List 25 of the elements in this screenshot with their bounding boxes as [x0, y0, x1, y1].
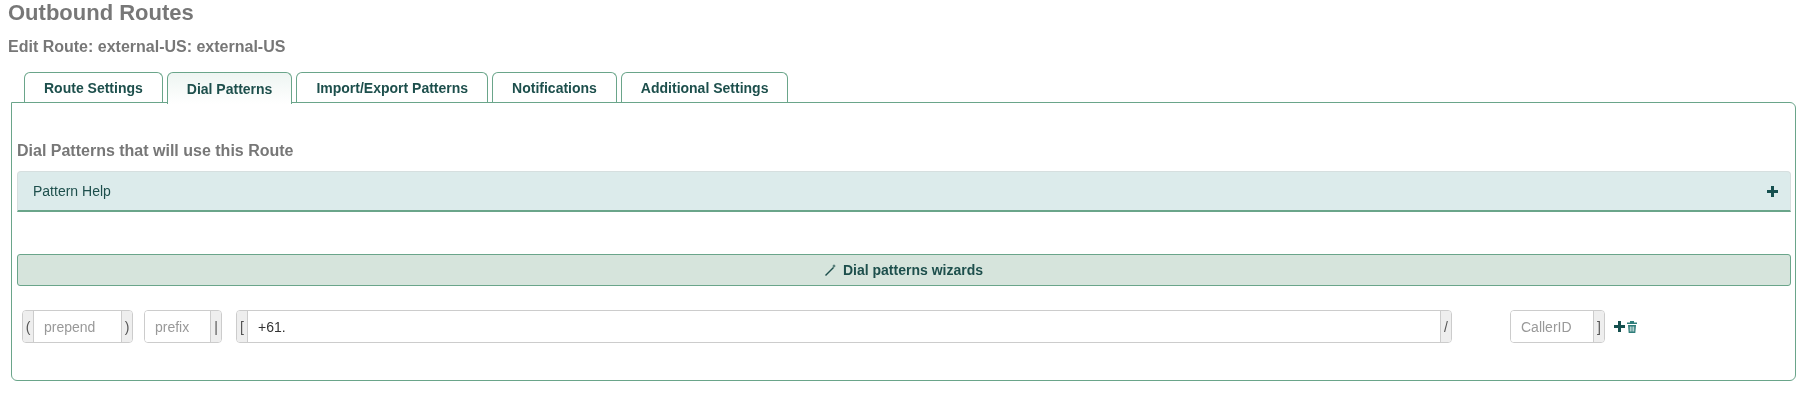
pattern-help-bar[interactable]: Pattern Help: [17, 171, 1791, 212]
tab[interactable]: Additional Settings: [620, 72, 789, 103]
field-addon: ]: [1593, 311, 1604, 342]
section-title: Dial Patterns that will use this Route: [17, 141, 295, 161]
trash-icon[interactable]: [1627, 320, 1637, 333]
wand-icon: [824, 264, 837, 276]
add-icon[interactable]: [1614, 321, 1625, 332]
tab[interactable]: Notifications: [492, 72, 617, 103]
page-title: Outbound Routes: [8, 0, 195, 26]
input-group[interactable]: ( prepend ): [22, 310, 133, 343]
input-group[interactable]: CallerID ]: [1510, 310, 1605, 343]
wizard-button[interactable]: Dial patterns wizards: [17, 254, 1791, 286]
pattern-help-label: Pattern Help: [33, 183, 111, 199]
field-addon: /: [1440, 311, 1451, 342]
field-addon: (: [23, 311, 34, 342]
input-group[interactable]: prefix |: [144, 310, 222, 343]
field-addon: [: [237, 311, 248, 342]
field-addon: ): [121, 311, 132, 342]
field-addon: |: [210, 311, 221, 342]
tab[interactable]: Import/Export Patterns: [296, 72, 489, 103]
page-subtitle: Edit Route: external-US: external-US: [8, 37, 287, 57]
tab[interactable]: Route Settings: [24, 72, 163, 103]
plus-icon[interactable]: [1767, 185, 1778, 197]
input-group[interactable]: [ +61. /: [236, 310, 1452, 343]
tab[interactable]: Dial Patterns: [166, 72, 293, 104]
